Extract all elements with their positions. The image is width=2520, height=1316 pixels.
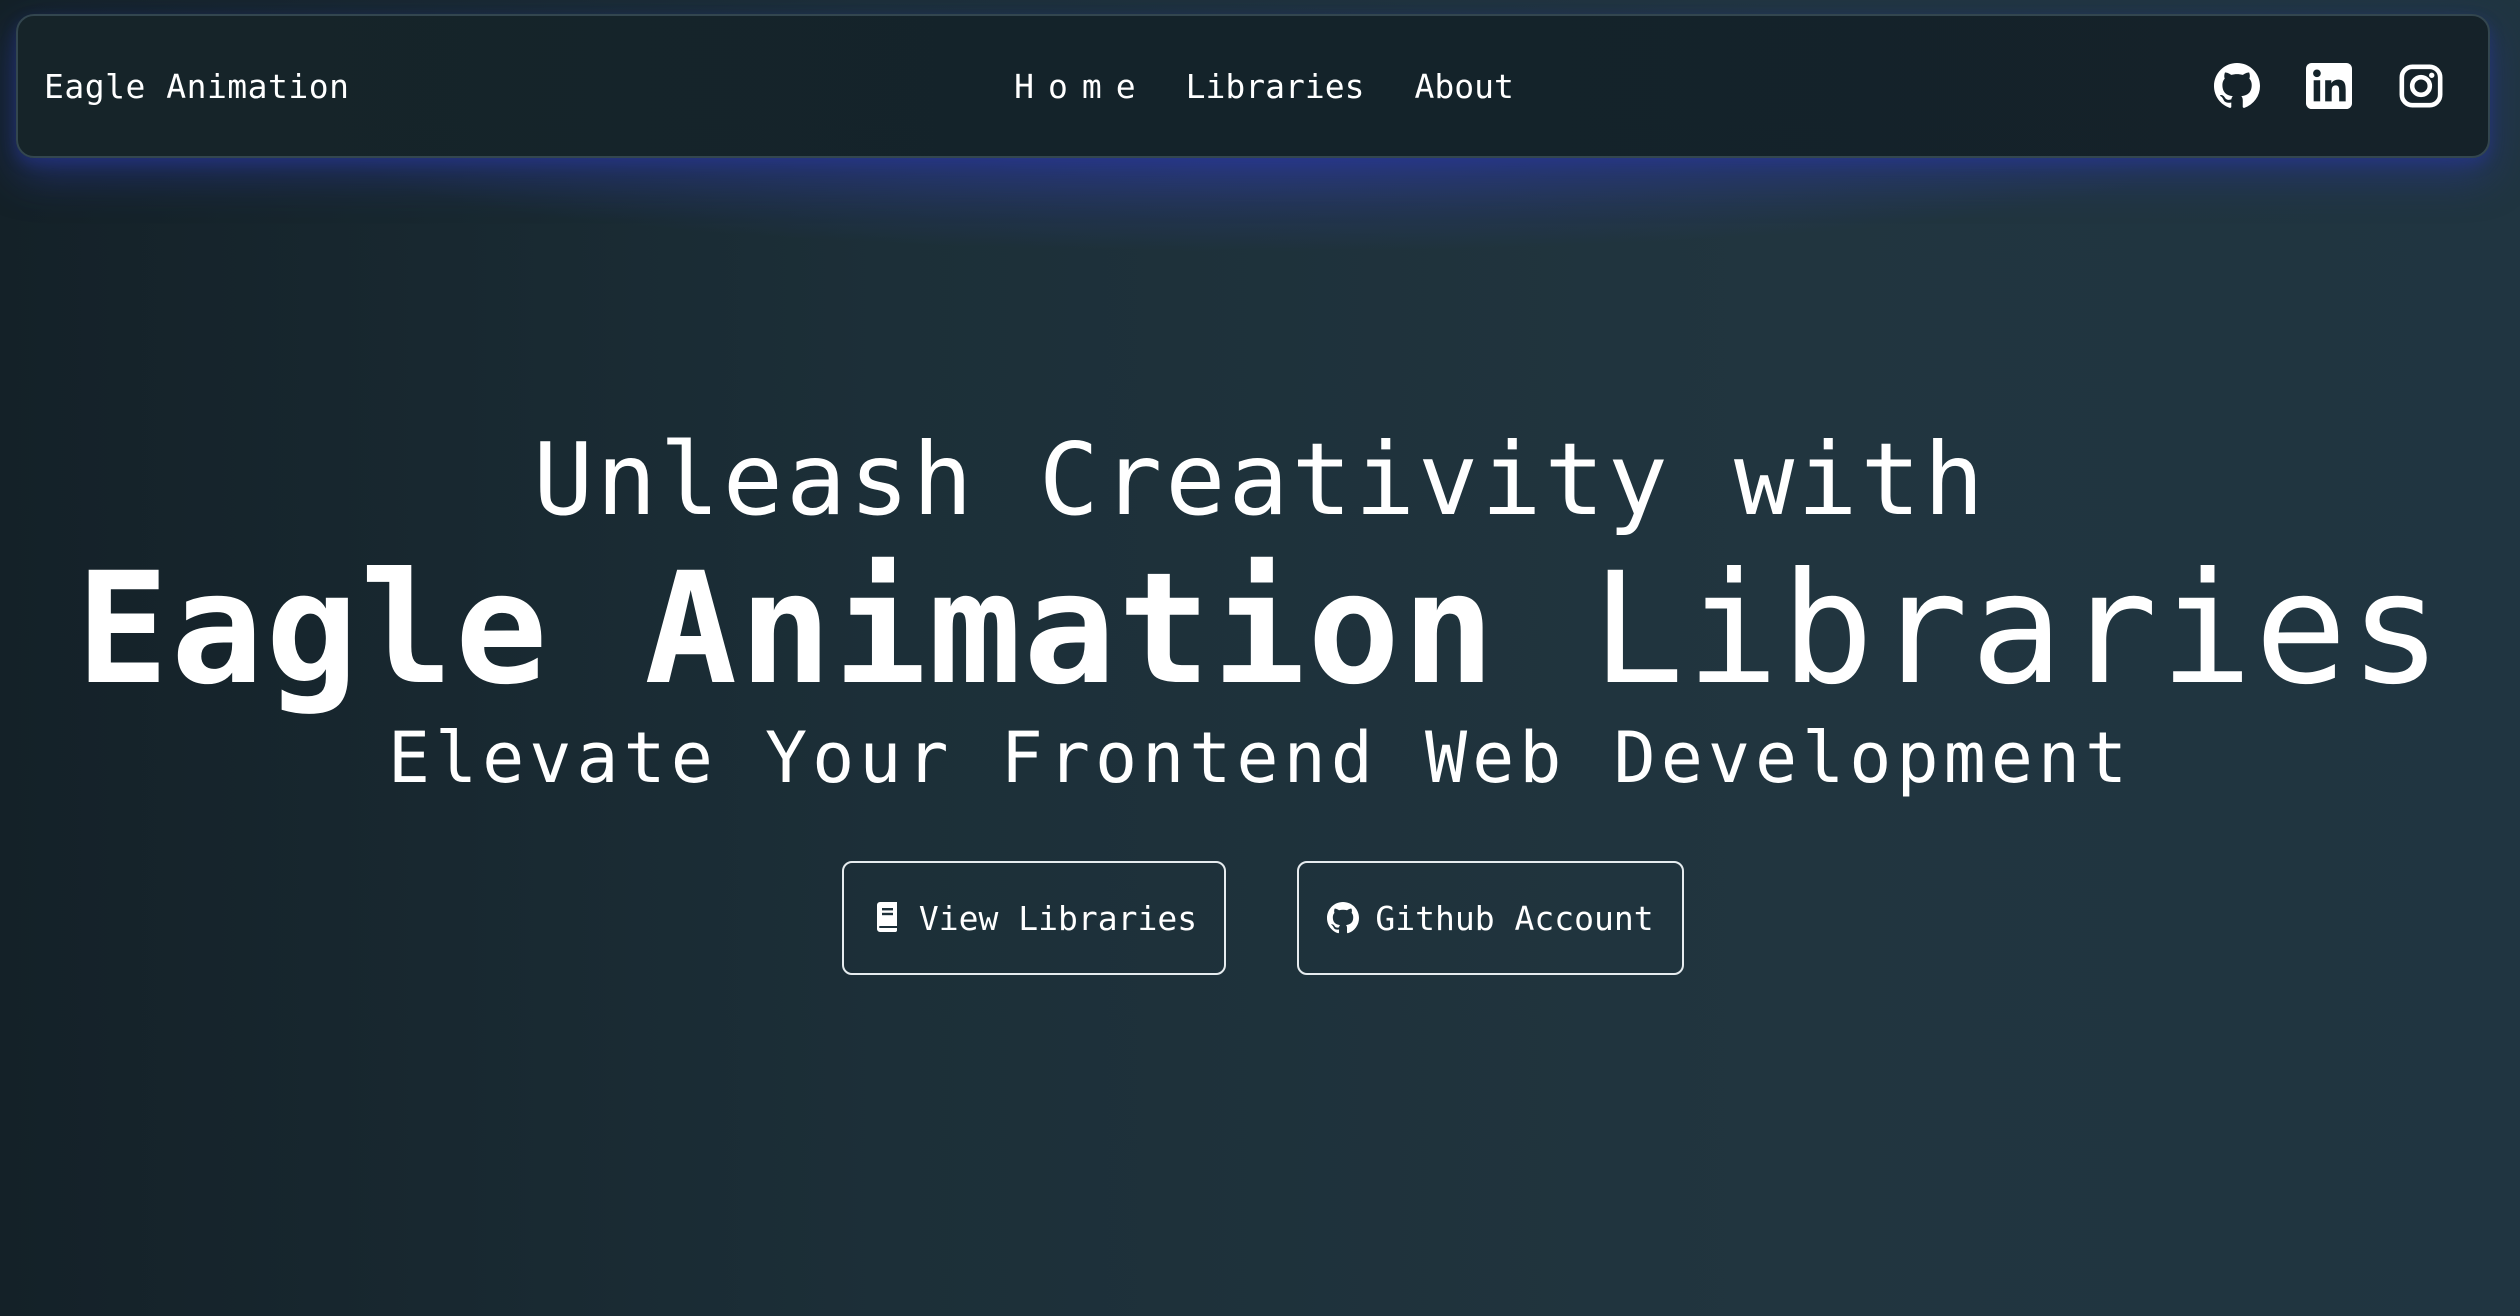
hero-tagline: Unleash Creativity with — [533, 421, 1987, 538]
instagram-link[interactable] — [2398, 63, 2444, 109]
github-icon — [2214, 63, 2260, 108]
view-libraries-button[interactable]: View Libraries — [842, 861, 1226, 975]
top-navbar: Eagle Animation Home Libraries About — [16, 14, 2490, 158]
instagram-icon — [2399, 64, 2443, 108]
hero-subtitle: Elevate Your Frontend Web Development — [387, 717, 2133, 799]
linkedin-link[interactable] — [2306, 63, 2352, 109]
view-libraries-label: View Libraries — [918, 898, 1198, 938]
book-icon — [876, 902, 897, 932]
github-account-button[interactable]: Github Account — [1297, 861, 1684, 975]
github-link[interactable] — [2214, 63, 2260, 109]
hero-title: Eagle Animation Libraries — [0, 540, 2520, 720]
hero-title-bold: Eagle Animation — [76, 540, 1497, 719]
hero-title-regular: Libraries — [1591, 540, 2444, 719]
linkedin-icon — [2306, 63, 2352, 109]
github-icon — [1327, 902, 1360, 934]
social-links — [2214, 16, 2444, 156]
nav-link-about[interactable]: About — [1414, 67, 1513, 106]
nav-link-home[interactable]: Home — [1014, 67, 1149, 106]
nav-link-libraries[interactable]: Libraries — [1186, 67, 1365, 106]
nav-links: Home Libraries About — [40, 16, 2488, 156]
github-account-label: Github Account — [1375, 898, 1654, 938]
